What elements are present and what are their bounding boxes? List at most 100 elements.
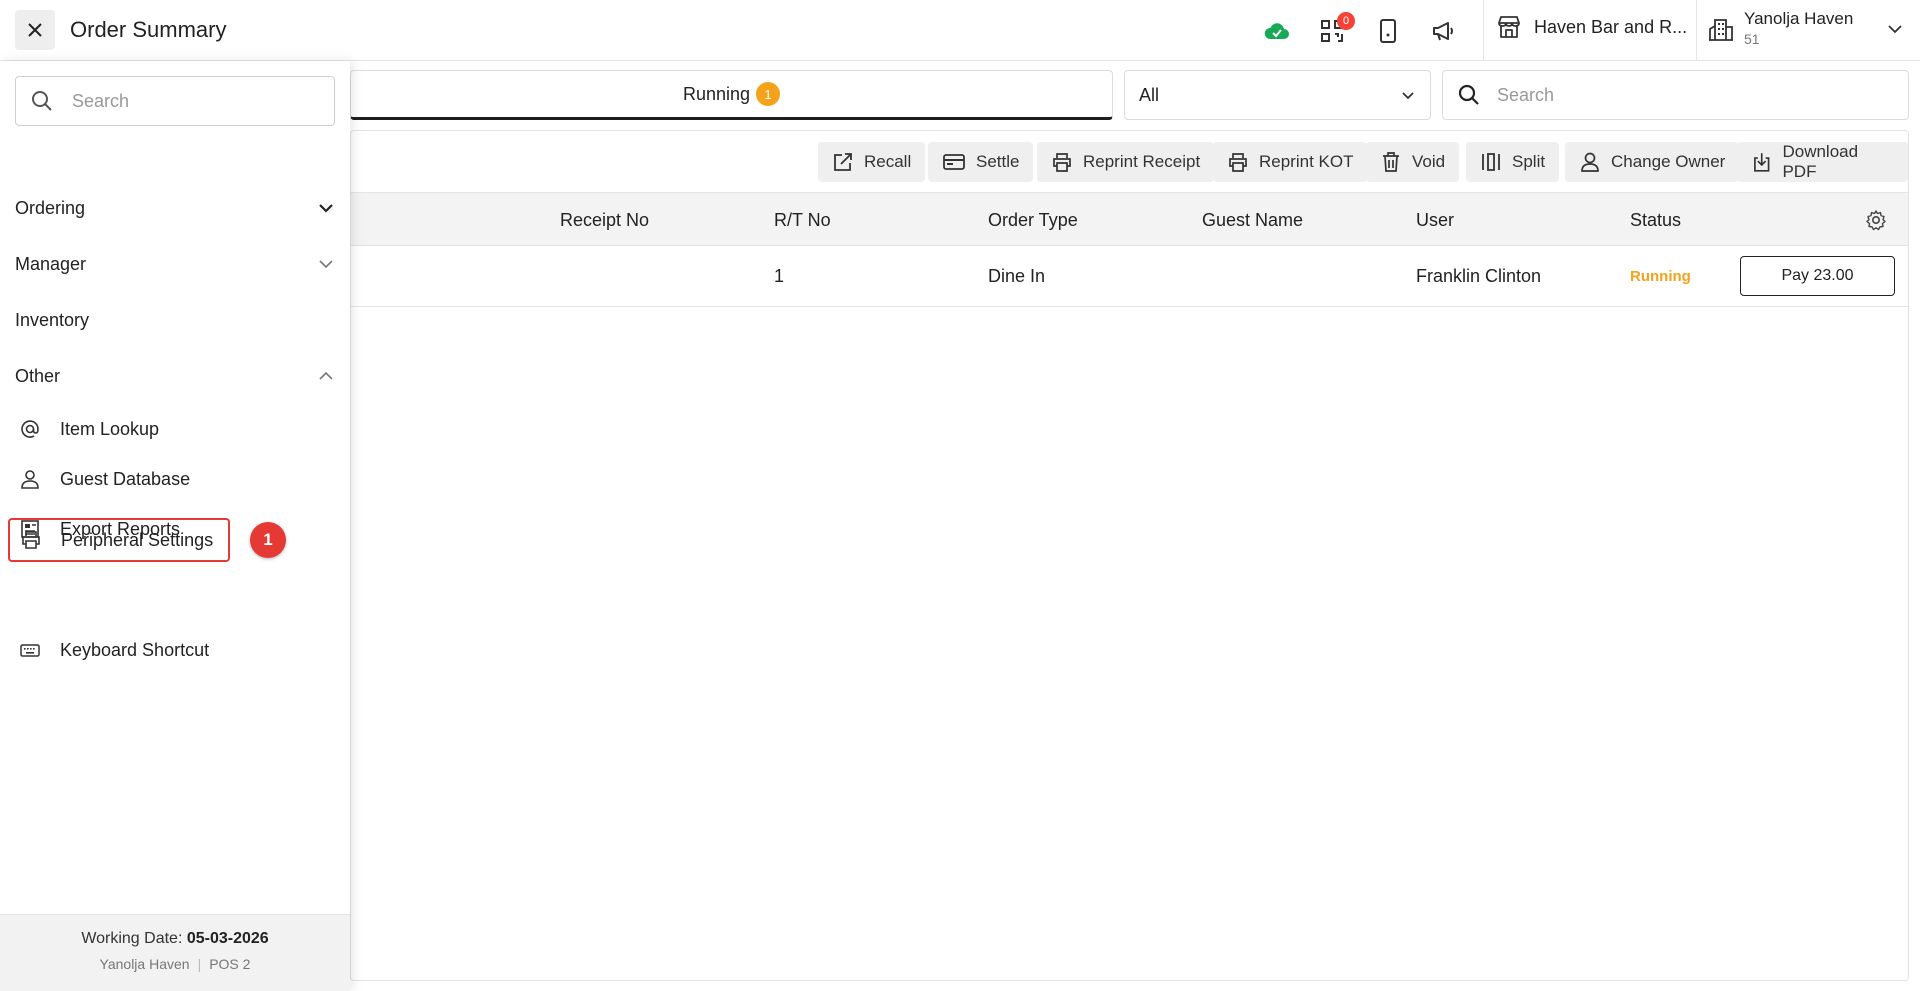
- person-icon: [21, 470, 39, 489]
- notification-badge: 0: [1337, 12, 1355, 30]
- at-icon: [21, 420, 39, 438]
- order-filter-select[interactable]: All: [1124, 70, 1431, 120]
- orders-panel: Recall Settle Reprint Receipt Reprint KO…: [350, 130, 1909, 981]
- mobile-icon: [1380, 19, 1396, 43]
- top-header: Order Summary 0 Haven Bar and R... Yanol…: [0, 0, 1920, 61]
- order-search-input[interactable]: [1497, 84, 1877, 106]
- split-icon: [1482, 153, 1500, 171]
- table-header: Receipt No R/T No Order Type Guest Name …: [351, 192, 1908, 246]
- section-manager[interactable]: Manager: [15, 244, 335, 284]
- working-date-value: 05-03-2026: [186, 930, 269, 947]
- table-row[interactable]: 1 Dine In Franklin Clinton Running Pay 2…: [351, 246, 1908, 307]
- download-pdf-label: Download PDF: [1782, 142, 1859, 181]
- working-date: Working Date: 05-03-2026: [0, 930, 350, 948]
- user-sub: 51: [1744, 31, 1760, 47]
- download-pdf-button[interactable]: Download PDF: [1737, 142, 1908, 182]
- menu-search-input[interactable]: [72, 90, 312, 112]
- chevron-down-icon: [1402, 92, 1414, 100]
- void-label: Void: [1412, 152, 1446, 171]
- menu-item-label: Item Lookup: [60, 418, 160, 439]
- cell-order-type: Dine In: [988, 266, 1046, 286]
- trash-icon: [1383, 152, 1399, 172]
- external-link-icon: [834, 153, 852, 171]
- menu-item-label: Peripheral Settings: [61, 529, 214, 550]
- chevron-down-icon[interactable]: [1886, 20, 1904, 38]
- side-drawer: Ordering Manager Inventory Other Item Lo…: [0, 61, 350, 991]
- split-button[interactable]: Split: [1466, 142, 1560, 182]
- recall-button[interactable]: Recall: [818, 142, 926, 182]
- menu-item-label: Keyboard Shortcut: [60, 639, 210, 660]
- cell-user: Franklin Clinton: [1416, 266, 1542, 286]
- menu-item-label: Guest Database: [60, 468, 191, 489]
- cloud-sync-icon[interactable]: [1262, 16, 1292, 46]
- section-label: Other: [15, 365, 61, 386]
- reprint-receipt-button[interactable]: Reprint Receipt: [1037, 142, 1215, 182]
- footer-sub: Yanolja Haven | POS 2: [0, 956, 350, 972]
- search-icon: [1458, 84, 1479, 105]
- chevron-up-icon: [319, 371, 333, 380]
- change-owner-button[interactable]: Change Owner: [1565, 142, 1740, 182]
- filter-selected-value: All: [1139, 84, 1160, 105]
- menu-item-item-lookup[interactable]: Item Lookup: [15, 407, 315, 451]
- tab-running[interactable]: Running 1: [350, 70, 1113, 120]
- tab-running-label: Running: [682, 83, 751, 104]
- section-label: Inventory: [15, 309, 90, 330]
- order-search[interactable]: [1442, 70, 1909, 120]
- reprint-receipt-label: Reprint Receipt: [1083, 152, 1201, 171]
- gear-icon[interactable]: [1865, 209, 1887, 231]
- printer-icon: [1053, 153, 1071, 172]
- building-icon: [1709, 19, 1733, 41]
- close-icon: [28, 23, 42, 37]
- person-icon: [1581, 152, 1599, 172]
- footer-property: Yanolja Haven: [99, 956, 190, 972]
- column-header[interactable]: Status: [1630, 210, 1681, 231]
- footer-divider: |: [197, 956, 202, 972]
- split-label: Split: [1512, 152, 1546, 171]
- close-drawer-button[interactable]: [15, 10, 55, 50]
- column-header[interactable]: R/T No: [774, 210, 831, 231]
- reprint-kot-label: Reprint KOT: [1259, 152, 1354, 171]
- pay-button[interactable]: Pay 23.00: [1740, 256, 1895, 296]
- drawer-footer: Working Date: 05-03-2026 Yanolja Haven | P…: [0, 914, 350, 991]
- menu-item-guest-database[interactable]: Guest Database: [15, 457, 315, 501]
- chevron-down-icon: [319, 204, 333, 213]
- menu-item-peripheral-settings[interactable]: Peripheral Settings: [8, 518, 230, 562]
- download-icon: [1754, 153, 1770, 172]
- qr-scan-button[interactable]: 0: [1317, 12, 1355, 46]
- menu-item-keyboard-shortcut[interactable]: Keyboard Shortcut: [15, 628, 315, 672]
- column-header[interactable]: Receipt No: [560, 210, 649, 231]
- chevron-down-icon: [319, 260, 333, 269]
- recall-label: Recall: [864, 152, 912, 171]
- step-badge: 1: [250, 522, 286, 558]
- order-toolbar: Recall Settle Reprint Receipt Reprint KO…: [351, 131, 1908, 192]
- store-name: Haven Bar and R...: [1534, 16, 1688, 37]
- section-label: Manager: [15, 253, 87, 274]
- mobile-device-button[interactable]: [1373, 16, 1403, 46]
- store-icon: [1498, 16, 1520, 38]
- menu-search[interactable]: [15, 76, 335, 126]
- printer-icon: [22, 531, 40, 549]
- header-divider: [1483, 0, 1484, 60]
- void-button[interactable]: Void: [1366, 142, 1460, 182]
- announcement-button[interactable]: [1428, 16, 1458, 46]
- section-label: Ordering: [15, 197, 86, 218]
- column-header[interactable]: Guest Name: [1202, 210, 1303, 231]
- settle-button[interactable]: Settle: [928, 142, 1034, 182]
- store-selector[interactable]: Haven Bar and R...: [1496, 14, 1687, 40]
- change-owner-label: Change Owner: [1611, 152, 1726, 171]
- header-divider: [1696, 0, 1697, 60]
- reprint-kot-button[interactable]: Reprint KOT: [1213, 142, 1368, 182]
- user-name: Yanolja Haven: [1744, 9, 1854, 28]
- column-header[interactable]: User: [1416, 210, 1454, 231]
- column-header[interactable]: Order Type: [988, 210, 1078, 231]
- keyboard-icon: [20, 644, 40, 657]
- printer-icon: [1229, 153, 1247, 172]
- user-selector[interactable]: Yanolja Haven 51: [1708, 9, 1853, 47]
- status-badge: Running: [1630, 268, 1691, 285]
- card-icon: [943, 154, 965, 170]
- page-title: Order Summary: [70, 17, 227, 42]
- section-other[interactable]: Other: [15, 356, 335, 396]
- section-ordering[interactable]: Ordering: [15, 188, 335, 228]
- megaphone-icon: [1433, 22, 1453, 41]
- section-inventory[interactable]: Inventory: [15, 300, 335, 340]
